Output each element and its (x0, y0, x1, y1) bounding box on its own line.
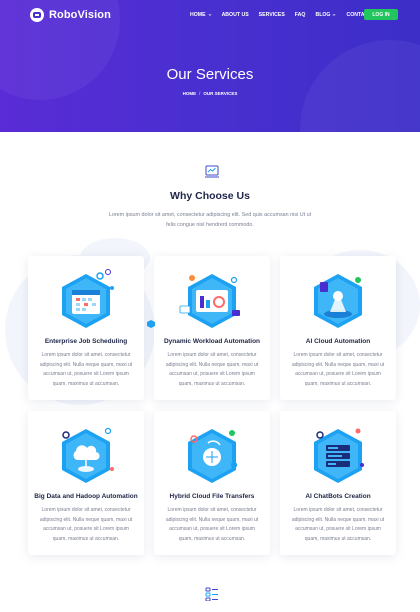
section-title: Why Choose Us (170, 190, 250, 202)
chevron-down-icon (333, 13, 336, 16)
service-card[interactable]: AI Cloud Automation Lorem ipsum dolor si… (280, 256, 396, 400)
nav-label: SERVICES (258, 12, 285, 18)
service-title: AI ChatBots Creation (305, 493, 371, 500)
service-card[interactable]: AI ChatBots Creation Lorem ipsum dolor s… (280, 411, 396, 555)
nav-item-faq[interactable]: FAQ (295, 12, 306, 18)
nav-item-about[interactable]: ABOUT US (222, 12, 249, 18)
main-nav: HOME ABOUT US SERVICES FAQ BLOG CONTACT (190, 12, 381, 18)
service-description: Lorem ipsum dolor sit amet, consectetur … (39, 507, 133, 542)
breadcrumb-separator: / (199, 91, 201, 96)
big-data-illustration-icon (62, 427, 114, 483)
chatbot-illustration-icon (314, 428, 364, 483)
service-description: Lorem ipsum dolor sit amet, consectetur … (291, 507, 385, 542)
service-card[interactable]: Hybrid Cloud File Transfers Lorem ipsum … (154, 411, 270, 555)
nav-label: BLOG (315, 12, 331, 18)
breadcrumb-home[interactable]: HOME (183, 91, 197, 96)
service-description: Lorem ipsum dolor sit amet, consectetur … (291, 352, 385, 387)
file-transfer-illustration-icon (188, 429, 238, 483)
workload-automation-illustration-icon (179, 274, 240, 328)
logo[interactable]: RoboVision (30, 8, 111, 22)
nav-item-services[interactable]: SERVICES (259, 12, 285, 18)
job-scheduling-illustration-icon (62, 269, 114, 328)
logo-text: RoboVision (49, 9, 111, 21)
service-card[interactable]: Dynamic Workload Automation Lorem ipsum … (154, 256, 270, 400)
chart-window-icon (205, 165, 219, 178)
service-card[interactable]: Big Data and Hadoop Automation Lorem ips… (28, 411, 144, 555)
nav-label: ABOUT US (221, 12, 249, 18)
login-button[interactable]: LOG IN (364, 9, 398, 20)
service-title: Hybrid Cloud File Transfers (169, 493, 255, 500)
hero-banner: RoboVision HOME ABOUT US SERVICES FAQ BL… (0, 0, 420, 132)
service-description: Lorem ipsum dolor sit amet, consectetur … (39, 352, 133, 387)
service-card[interactable]: Enterprise Job Scheduling Lorem ipsum do… (28, 256, 144, 400)
service-description: Lorem ipsum dolor sit amet, consectetur … (165, 507, 259, 542)
checklist-icon (205, 587, 218, 601)
service-title: Dynamic Workload Automation (163, 338, 261, 345)
ai-cloud-illustration-icon (314, 274, 362, 328)
breadcrumb: HOME / OUR SERVICES (0, 91, 420, 96)
hexagon-accent-icon (147, 320, 155, 328)
service-title: Enterprise Job Scheduling (44, 338, 128, 345)
service-description: Lorem ipsum dolor sit amet, consectetur … (165, 352, 259, 387)
nav-label: FAQ (294, 12, 306, 18)
chevron-down-icon (208, 13, 211, 16)
service-title: Big Data and Hadoop Automation (34, 493, 138, 500)
robot-logo-icon (30, 8, 44, 22)
service-title: AI Cloud Automation (305, 338, 371, 345)
nav-item-blog[interactable]: BLOG (315, 12, 336, 18)
nav-label: HOME (190, 12, 206, 18)
page-title: Our Services (166, 66, 254, 83)
section-description: Lorem ipsum dolor sit amet, consectetur … (108, 212, 312, 228)
breadcrumb-current: OUR SERVICES (203, 91, 238, 96)
nav-item-home[interactable]: HOME (190, 12, 212, 18)
